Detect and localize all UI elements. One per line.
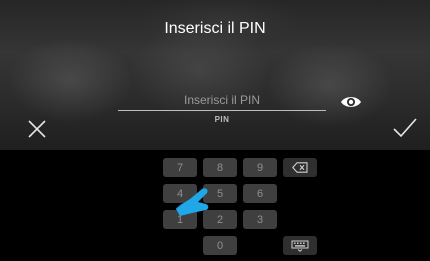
pin-field-label: PIN bbox=[214, 115, 230, 124]
key-0[interactable]: 0 bbox=[203, 236, 237, 255]
backspace-icon bbox=[292, 162, 308, 173]
close-icon[interactable] bbox=[26, 118, 48, 140]
backspace-key[interactable] bbox=[283, 158, 317, 177]
pin-dialog-header: Inserisci il PIN PIN bbox=[0, 0, 430, 150]
keyboard-key[interactable] bbox=[283, 236, 317, 255]
key-3[interactable]: 3 bbox=[243, 210, 277, 229]
key-6[interactable]: 6 bbox=[243, 184, 277, 203]
key-7[interactable]: 7 bbox=[163, 158, 197, 177]
eye-icon[interactable] bbox=[340, 94, 362, 110]
page-title: Inserisci il PIN bbox=[164, 20, 266, 37]
hand-pointer-icon bbox=[172, 182, 218, 222]
keyboard-icon bbox=[291, 240, 309, 252]
pin-field-container bbox=[118, 90, 326, 111]
key-8[interactable]: 8 bbox=[203, 158, 237, 177]
pin-entry-screen: Inserisci il PIN PIN 7 8 9 4 5 6 1 2 3 0 bbox=[0, 0, 430, 261]
key-9[interactable]: 9 bbox=[243, 158, 277, 177]
check-icon[interactable] bbox=[392, 117, 418, 139]
pin-input[interactable] bbox=[118, 90, 326, 110]
